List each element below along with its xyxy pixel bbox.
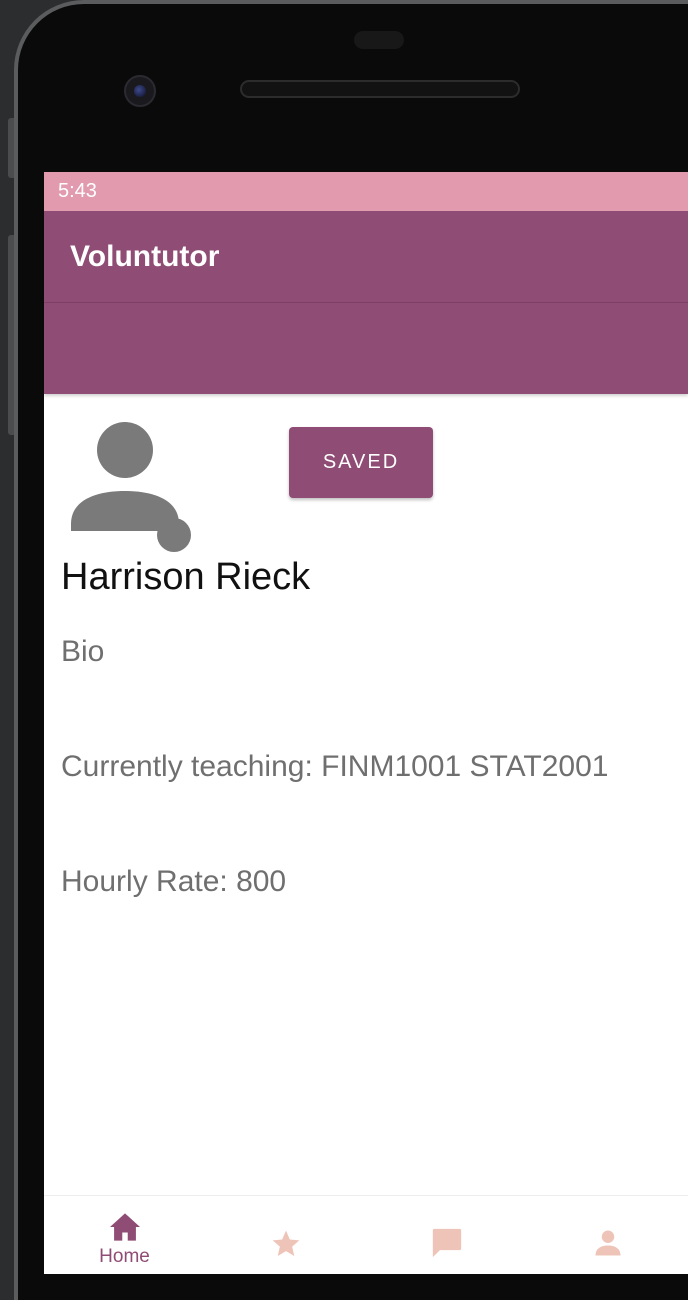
- status-time: 5:43: [58, 180, 97, 202]
- earpiece-speaker: [240, 80, 520, 98]
- home-icon: [109, 1213, 140, 1241]
- person-icon: [595, 1230, 620, 1256]
- chat-icon: [432, 1228, 461, 1258]
- nav-item-home[interactable]: Home: [44, 1196, 205, 1274]
- saved-button[interactable]: SAVED: [289, 427, 433, 498]
- person-icon[interactable]: [70, 421, 194, 553]
- proximity-sensor: [354, 31, 404, 49]
- nav-label-home: Home: [99, 1246, 150, 1267]
- nav-item-profile[interactable]: [527, 1196, 688, 1274]
- app-screen: 5:43 Voluntutor SAVED Harrison Rieck Bio…: [44, 172, 688, 1274]
- star-icon: [272, 1230, 299, 1256]
- bio-field: Bio: [61, 635, 105, 668]
- nav-item-favorites[interactable]: [205, 1196, 366, 1274]
- teaching-courses: Currently teaching: FINM1001 STAT2001: [61, 750, 609, 783]
- status-bar: 5:43: [44, 172, 688, 211]
- bottom-navigation: Home: [44, 1195, 688, 1274]
- profile-section: SAVED Harrison Rieck Bio Currently teach…: [44, 394, 688, 1094]
- hourly-rate: Hourly Rate: 800: [61, 865, 287, 898]
- app-title: Voluntutor: [70, 240, 220, 273]
- nav-item-messages[interactable]: [366, 1196, 527, 1274]
- app-bar-extension: [44, 303, 688, 394]
- front-camera-icon: [124, 75, 156, 107]
- app-bar: Voluntutor: [44, 211, 688, 303]
- profile-name: Harrison Rieck: [61, 556, 311, 598]
